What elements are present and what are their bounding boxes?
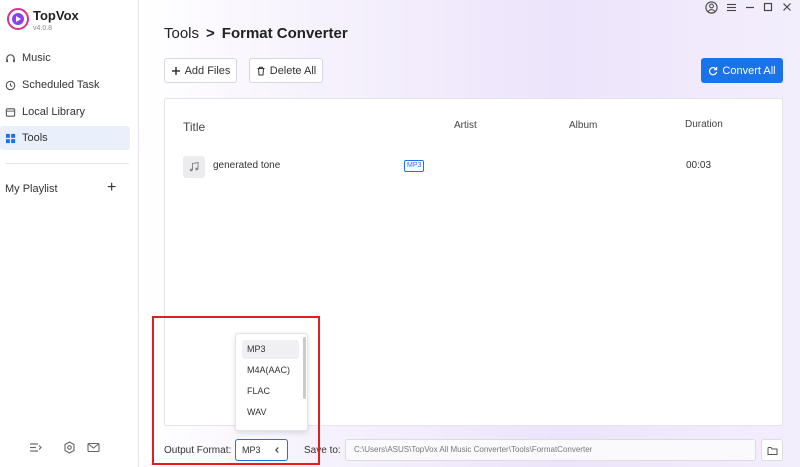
sidebar-item-label: Local Library — [22, 106, 85, 118]
breadcrumb: Tools > Format Converter — [164, 25, 348, 42]
format-option-flac[interactable]: FLAC — [242, 382, 299, 401]
convert-all-button[interactable]: Convert All — [701, 58, 783, 83]
playlist-heading: My Playlist — [5, 183, 58, 195]
dropdown-scrollbar[interactable] — [303, 337, 306, 399]
column-header-duration: Duration — [685, 119, 723, 130]
browse-folder-button[interactable] — [761, 439, 783, 461]
format-badge: MP3 — [404, 160, 425, 172]
menu-icon[interactable] — [724, 0, 738, 14]
account-icon[interactable] — [704, 0, 718, 14]
breadcrumb-separator: > — [206, 25, 215, 42]
chevron-left-icon — [275, 447, 279, 453]
add-playlist-button[interactable]: + — [107, 180, 116, 196]
add-files-label: Add Files — [184, 64, 231, 77]
column-header-artist: Artist — [454, 120, 477, 131]
sidebar-item-tools[interactable]: Tools — [0, 126, 130, 150]
app-logo-icon — [7, 8, 29, 30]
format-option-m4a[interactable]: M4A(AAC) — [242, 361, 299, 380]
breadcrumb-root[interactable]: Tools — [164, 25, 199, 42]
column-header-album: Album — [569, 120, 598, 131]
sidebar-item-local-library[interactable]: Local Library — [0, 100, 130, 124]
convert-all-label: Convert All — [722, 64, 776, 77]
clock-icon — [5, 80, 16, 91]
add-files-button[interactable]: Add Files — [164, 58, 237, 83]
folder-open-icon — [767, 446, 777, 455]
trash-icon — [257, 66, 265, 75]
save-to-label: Save to: — [304, 445, 341, 456]
maximize-icon[interactable] — [761, 0, 775, 14]
column-header-title: Title — [183, 120, 206, 134]
refresh-icon — [709, 66, 718, 75]
sidebar-item-label: Scheduled Task — [22, 79, 100, 91]
sidebar-divider — [5, 163, 129, 164]
page-title: Format Converter — [221, 25, 348, 42]
minimize-icon[interactable] — [743, 0, 757, 14]
format-option-mp3[interactable]: MP3 — [242, 340, 299, 359]
output-format-select[interactable]: MP3 — [235, 439, 288, 461]
plus-icon — [171, 66, 180, 75]
delete-all-label: Delete All — [269, 64, 317, 77]
app-name: TopVox — [33, 8, 79, 23]
delete-all-button[interactable]: Delete All — [249, 58, 323, 83]
mail-icon[interactable] — [87, 441, 100, 454]
output-format-value: MP3 — [242, 445, 261, 455]
sidebar-item-label: Music — [22, 52, 51, 64]
output-format-dropdown: MP3 M4A(AAC) FLAC WAV — [235, 333, 308, 431]
sidebar: TopVox v4.0.8 Music Scheduled Task Local… — [0, 0, 139, 467]
collapse-sidebar-icon[interactable] — [29, 441, 42, 454]
sidebar-item-label: Tools — [22, 132, 48, 144]
folder-icon — [5, 107, 16, 118]
sidebar-item-scheduled-task[interactable]: Scheduled Task — [0, 73, 130, 97]
app-version: v4.0.8 — [33, 25, 53, 32]
output-format-label: Output Format: — [164, 445, 232, 456]
track-title: generated tone — [213, 160, 281, 171]
format-option-wav[interactable]: WAV — [242, 403, 299, 422]
save-path-field[interactable]: C:\Users\ASUS\TopVox All Music Converter… — [345, 439, 756, 461]
music-note-icon — [183, 156, 205, 178]
track-duration: 00:03 — [686, 160, 712, 171]
close-icon[interactable] — [780, 0, 794, 14]
grid-icon — [5, 133, 16, 144]
settings-gear-icon[interactable] — [63, 441, 76, 454]
headphones-icon — [5, 53, 16, 64]
sidebar-item-music[interactable]: Music — [0, 46, 130, 70]
